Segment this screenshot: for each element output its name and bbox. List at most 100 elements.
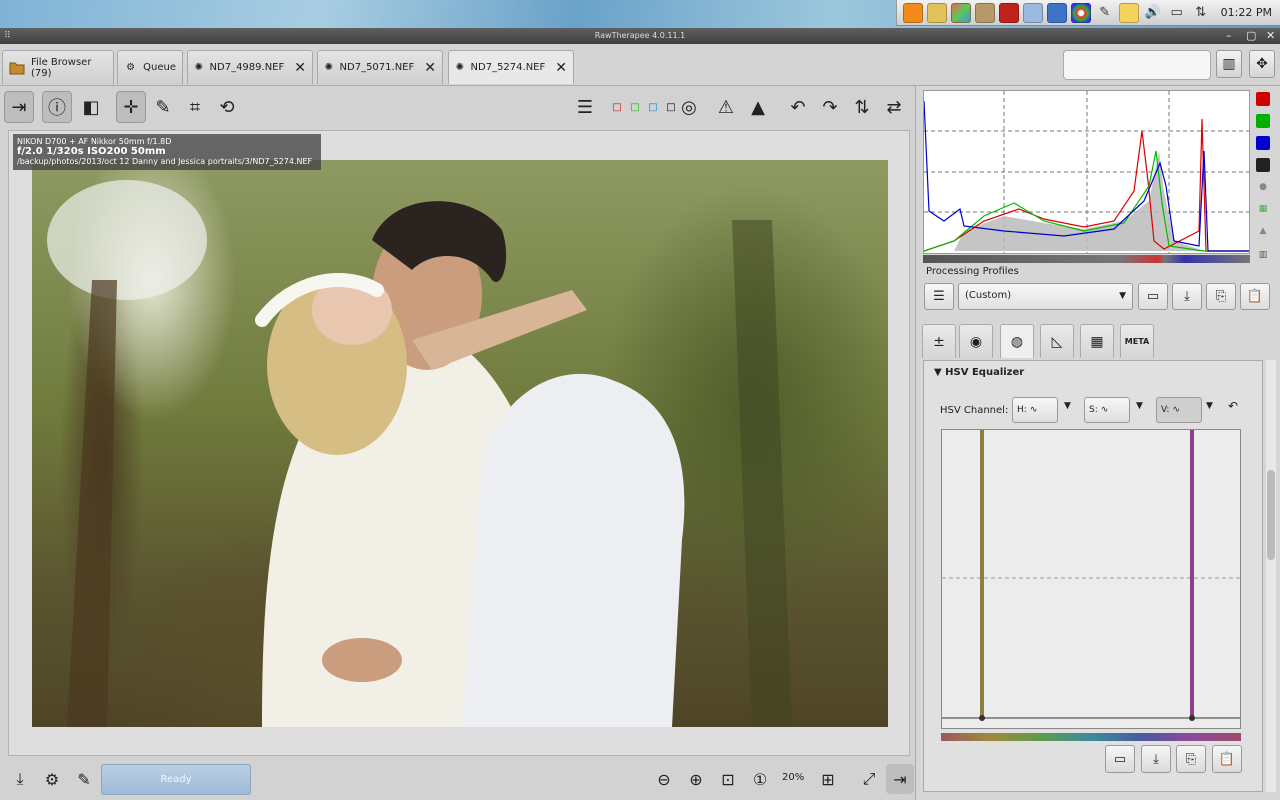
white-balance-picker-icon[interactable]: ✎ xyxy=(148,91,178,123)
tab-nd7-4989[interactable]: ✺ ND7_4989.NEF ✕ xyxy=(187,50,313,84)
zoom-in-icon[interactable]: ⊕ xyxy=(682,764,710,794)
histogram-dot-icon[interactable]: ● xyxy=(1256,180,1270,194)
edit-in-external-icon[interactable]: ✎ xyxy=(70,764,98,794)
fullscreen-icon[interactable]: ⤢ xyxy=(855,764,883,794)
tab-transform[interactable]: ◺ xyxy=(1040,324,1074,358)
aperture-icon: ✺ xyxy=(455,62,464,73)
battery-icon[interactable]: ▭ xyxy=(1167,3,1187,23)
scrollbar-thumb[interactable] xyxy=(1267,470,1275,560)
paste-curve-button[interactable]: 📋 xyxy=(1212,745,1242,773)
aperture-icon: ✺ xyxy=(324,62,333,73)
shadow-clipping-icon[interactable]: ⚠ xyxy=(711,91,741,123)
network-icon[interactable]: ⇅ xyxy=(1191,3,1211,23)
eyedropper-icon[interactable]: ✎ xyxy=(1095,3,1115,23)
tab-exposure[interactable]: ± xyxy=(922,324,956,358)
save-curve-button[interactable]: ⤓ xyxy=(1141,745,1171,773)
rss-icon[interactable] xyxy=(902,2,923,23)
before-after-icon[interactable]: ◧ xyxy=(76,91,106,123)
close-tab-icon[interactable]: ✕ xyxy=(424,60,436,76)
info-icon[interactable]: ⓘ xyxy=(42,91,72,123)
value-channel-button[interactable]: V: ∿ xyxy=(1156,397,1202,423)
tab-label: File Browser (79) xyxy=(31,56,92,79)
preview-canvas[interactable] xyxy=(8,130,910,756)
paint-icon[interactable] xyxy=(950,2,971,23)
zoom-out-icon[interactable]: ⊖ xyxy=(650,764,678,794)
straighten-icon[interactable]: ⟲ xyxy=(212,91,242,123)
accessibility-icon[interactable] xyxy=(1046,2,1067,23)
clock[interactable]: 01:22 PM xyxy=(1221,6,1272,19)
hsv-curve-editor[interactable] xyxy=(941,429,1241,729)
hide-left-panel-icon[interactable]: ⇥ xyxy=(4,91,34,123)
histogram-full-icon[interactable]: ▥ xyxy=(1256,248,1270,262)
histogram-luminance-toggle[interactable] xyxy=(1256,158,1270,172)
tab-detail[interactable]: ◉ xyxy=(959,324,993,358)
tab-metadata[interactable]: META xyxy=(1120,324,1154,358)
rotate-right-icon[interactable]: ↷ xyxy=(815,91,845,123)
curve-icon: ∿ xyxy=(1100,405,1109,415)
copy-curve-button[interactable]: ⎘ xyxy=(1176,745,1206,773)
tab-nd7-5274[interactable]: ✺ ND7_5274.NEF ✕ xyxy=(448,50,574,84)
editor-area: ⇥ ⓘ ◧ ✛ ✎ ⌗ ⟲ ☰ □ □ □ □ ◎ ⚠ ▲ ↶ ↷ ⇅ ⇄ NI… xyxy=(0,86,915,800)
editor-icon[interactable] xyxy=(1022,2,1043,23)
expander-arrow-icon: ▼ xyxy=(934,367,946,378)
panel-scrollbar[interactable] xyxy=(1266,360,1276,792)
profile-list-button[interactable]: ☰ xyxy=(924,283,954,310)
histogram-blue-toggle[interactable] xyxy=(1256,136,1270,150)
highlight-clipping-icon[interactable]: ▲ xyxy=(743,91,773,123)
minimize-button[interactable]: – xyxy=(1226,28,1232,44)
exif-info-overlay: NIKON D700 + AF Nikkor 50mm f/1.8D f/2.0… xyxy=(13,134,321,170)
histogram-green-toggle[interactable] xyxy=(1256,114,1270,128)
histogram-red-toggle[interactable] xyxy=(1256,92,1270,106)
tab-nd7-5071[interactable]: ✺ ND7_5071.NEF ✕ xyxy=(317,50,443,84)
photo-preview[interactable] xyxy=(32,160,888,727)
close-tab-icon[interactable]: ✕ xyxy=(294,60,306,76)
zoom-100-icon[interactable]: ① xyxy=(746,764,774,794)
tab-color[interactable]: ◍ xyxy=(1000,324,1034,358)
copy-profile-button[interactable]: ⎘ xyxy=(1206,283,1236,310)
saturation-channel-button[interactable]: S: ∿ xyxy=(1084,397,1130,423)
window-menu-icon[interactable]: ⠿ xyxy=(4,28,11,44)
hand-tool-icon[interactable]: ✛ xyxy=(116,91,146,123)
hsv-equalizer-header[interactable]: ▼ HSV Equalizer xyxy=(934,367,1024,378)
open-profile-button[interactable]: ▭ xyxy=(1138,283,1168,310)
hide-right-panel-icon[interactable]: ⇥ xyxy=(886,764,914,794)
chevron-down-icon[interactable]: ▼ xyxy=(1136,401,1143,411)
histogram-raw-icon[interactable]: ▦ xyxy=(1256,202,1270,216)
focus-mask-icon[interactable]: ◎ xyxy=(674,91,704,123)
tab-raw[interactable]: ▦ xyxy=(1080,324,1114,358)
crop-icon[interactable]: ⌗ xyxy=(180,91,210,123)
chevron-down-icon[interactable]: ▼ xyxy=(1064,401,1071,411)
close-window-button[interactable]: ✕ xyxy=(1266,28,1275,44)
move-panel-button[interactable]: ✥ xyxy=(1249,50,1275,78)
tab-queue[interactable]: ⚙ Queue xyxy=(117,50,183,84)
chevron-down-icon[interactable]: ▼ xyxy=(1206,401,1213,411)
open-curve-button[interactable]: ▭ xyxy=(1105,745,1135,773)
zoom-fit-icon[interactable]: ⊡ xyxy=(714,764,742,794)
maximize-button[interactable]: ▢ xyxy=(1246,28,1256,44)
flip-horizontal-icon[interactable]: ⇄ xyxy=(879,91,909,123)
notes-icon[interactable] xyxy=(926,2,947,23)
hue-channel-button[interactable]: H: ∿ xyxy=(1012,397,1058,423)
save-profile-button[interactable]: ⤓ xyxy=(1172,283,1202,310)
preview-mode-icon[interactable]: ☰ xyxy=(569,91,601,123)
window-titlebar[interactable]: ⠿ RawTherapee 4.0.11.1 – ▢ ✕ xyxy=(0,28,1280,44)
layout-toggle-button[interactable]: ▥ xyxy=(1216,50,1242,78)
search-field[interactable] xyxy=(1063,50,1211,80)
tab-file-browser[interactable]: File Browser (79) xyxy=(2,50,114,84)
profile-select[interactable]: (Custom) ▼ xyxy=(958,283,1133,310)
flip-vertical-icon[interactable]: ⇅ xyxy=(847,91,877,123)
sticky-notes-icon[interactable] xyxy=(1118,2,1139,23)
send-to-queue-icon[interactable]: ⚙ xyxy=(38,764,66,794)
histogram-bar-icon[interactable]: ▲ xyxy=(1256,224,1270,238)
rotate-left-icon[interactable]: ↶ xyxy=(783,91,813,123)
gimp-icon[interactable] xyxy=(974,2,995,23)
hsv-equalizer-panel: ▼ HSV Equalizer HSV Channel: H: ∿ ▼ S: ∿ ▼… xyxy=(923,360,1263,792)
volume-icon[interactable]: 🔊 xyxy=(1143,3,1163,23)
color-picker-icon[interactable] xyxy=(1070,2,1091,23)
reset-icon[interactable]: ↶ xyxy=(1228,399,1238,413)
save-image-icon[interactable]: ⤓ xyxy=(6,764,34,794)
paste-profile-button[interactable]: 📋 xyxy=(1240,283,1270,310)
close-tab-icon[interactable]: ✕ xyxy=(555,60,567,76)
filezilla-icon[interactable] xyxy=(998,2,1019,23)
new-detail-window-icon[interactable]: ⊞ xyxy=(814,764,842,794)
